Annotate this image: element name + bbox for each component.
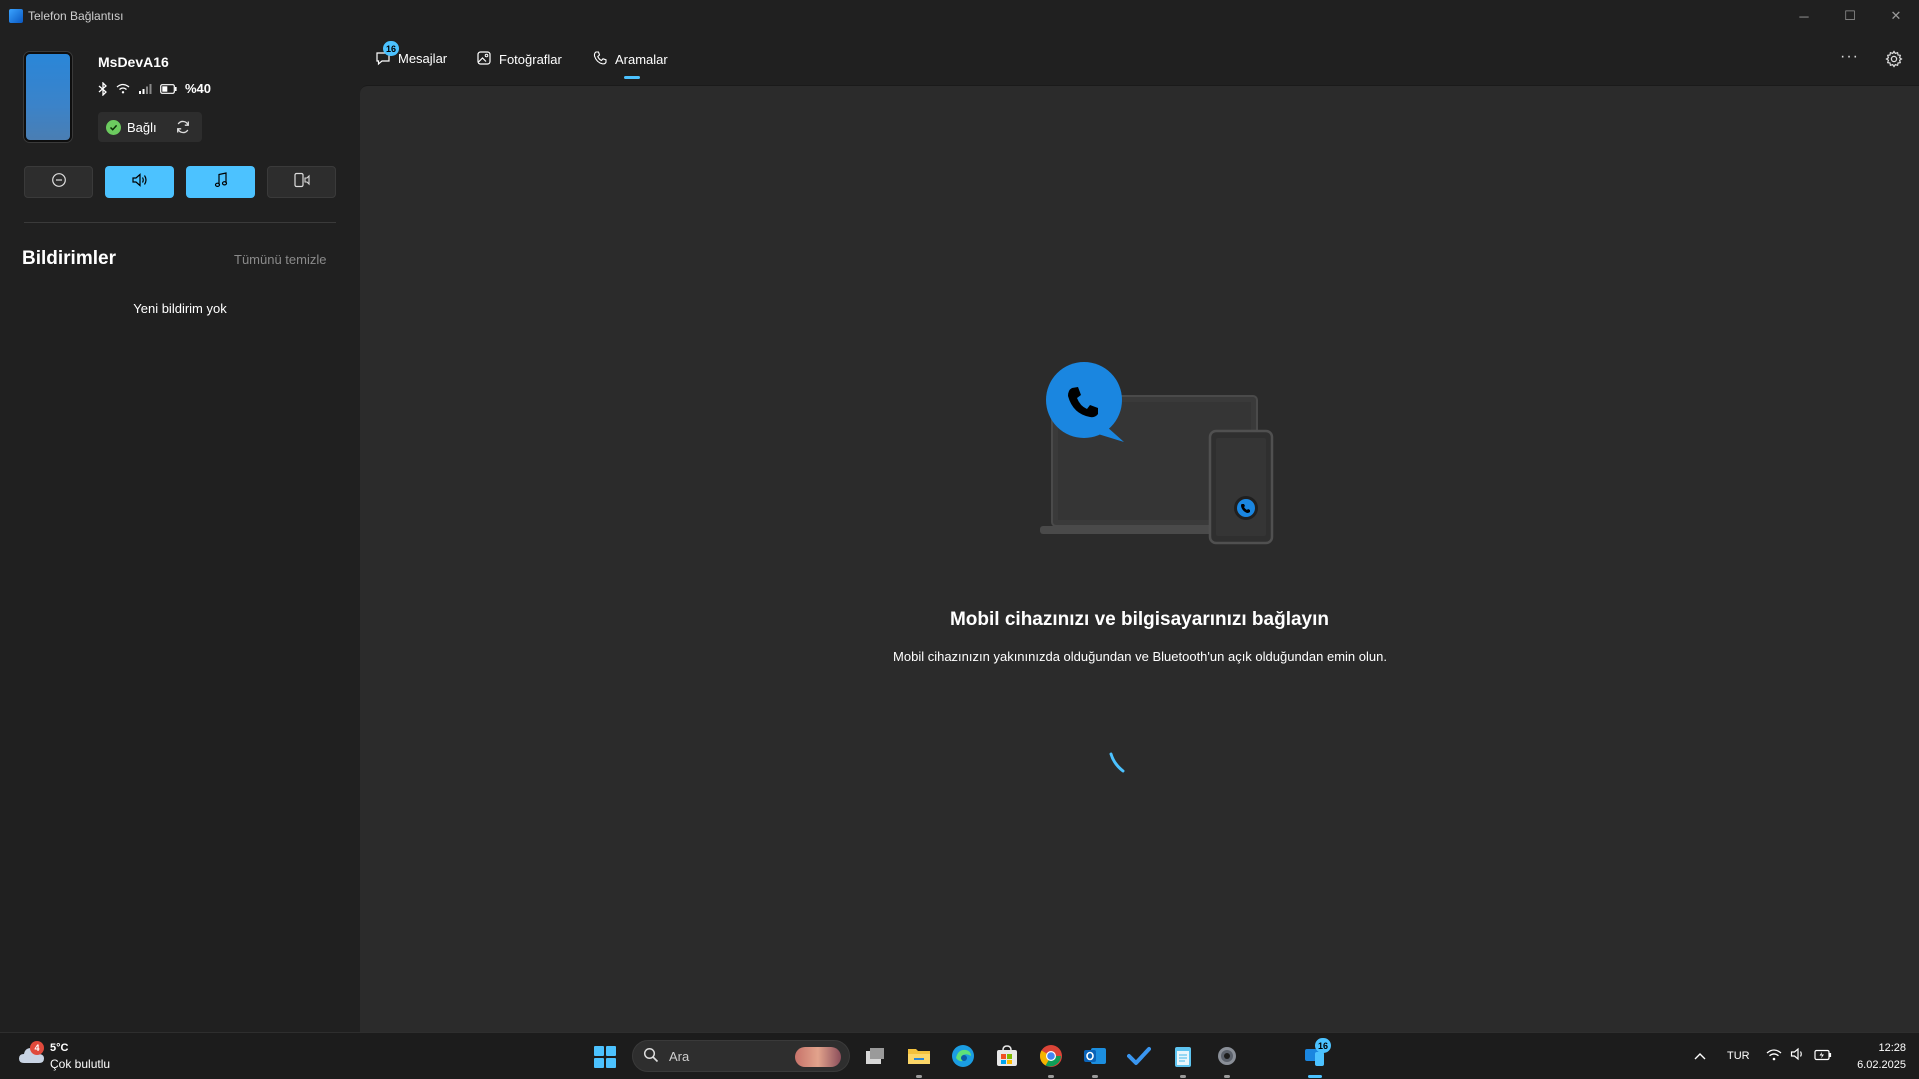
sidebar: MsDevA16 %40 Bağlı Bildirimler Tümünü te… [0, 32, 360, 1032]
messages-badge: 16 [383, 41, 400, 56]
device-status-row: %40 [98, 81, 211, 96]
connected-check-icon [106, 119, 121, 135]
selected-tab-indicator [624, 76, 640, 79]
phone-link-app-icon [9, 9, 23, 23]
do-not-disturb-icon [51, 172, 67, 193]
tab-photos[interactable]: Fotoğraflar [476, 50, 562, 69]
empty-notifications-message: Yeni bildirim yok [133, 301, 227, 316]
notepad-icon[interactable] [1169, 1042, 1197, 1070]
title-bar: Telefon Bağlantısı ─ ☐ ✕ [0, 0, 1919, 32]
minimize-button[interactable]: ─ [1781, 0, 1827, 32]
taskbar: 4 5°C Çok bulutlu Ara 16 TUR 12:28 6.02.… [0, 1032, 1919, 1079]
sidebar-divider [24, 222, 336, 223]
connect-description: Mobil cihazınızın yakınınızda olduğundan… [893, 649, 1387, 664]
weather-badge: 4 [30, 1041, 44, 1055]
connection-status-label: Bağlı [127, 119, 157, 135]
file-explorer-running-indicator [916, 1075, 922, 1078]
calls-icon [592, 50, 608, 69]
close-button[interactable]: ✕ [1873, 0, 1919, 32]
start-button[interactable] [594, 1046, 616, 1068]
clear-all-button[interactable]: Tümünü temizle [234, 252, 326, 267]
main-panel [360, 85, 1919, 1032]
window-title: Telefon Bağlantısı [28, 9, 124, 23]
loading-spinner [1108, 750, 1128, 779]
show-hidden-icons-chevron-icon[interactable] [1693, 1048, 1707, 1066]
chrome-running-indicator [1048, 1075, 1054, 1078]
signal-icon [138, 83, 152, 94]
volume-tray-icon [1790, 1047, 1806, 1066]
refresh-icon[interactable] [175, 119, 191, 135]
file-explorer-icon[interactable] [905, 1042, 933, 1070]
system-tray-icons[interactable] [1766, 1047, 1832, 1066]
messages-icon: 16 [375, 41, 400, 66]
search-icon [643, 1047, 659, 1066]
settings-running-indicator [1224, 1075, 1230, 1078]
tab-bar: 16 Mesajlar Fotoğraflar Aramalar [360, 32, 1919, 85]
media-button[interactable] [186, 166, 255, 198]
outlook-running-indicator [1092, 1075, 1098, 1078]
wifi-tray-icon [1766, 1048, 1782, 1066]
phone-thumbnail[interactable] [24, 52, 72, 142]
device-name: MsDevA16 [98, 54, 169, 70]
audio-output-button[interactable] [267, 166, 336, 198]
connection-status-pill: Bağlı [98, 112, 202, 142]
todo-icon[interactable] [1125, 1042, 1153, 1070]
chrome-icon[interactable] [1037, 1042, 1065, 1070]
maximize-button[interactable]: ☐ [1827, 0, 1873, 32]
tab-messages[interactable]: 16 Mesajlar [375, 41, 448, 66]
music-note-icon [214, 171, 228, 193]
outlook-icon[interactable] [1081, 1042, 1109, 1070]
notepad-running-indicator [1180, 1075, 1186, 1078]
wifi-icon [116, 83, 130, 94]
battery-tray-icon [1814, 1048, 1832, 1066]
settings-gear-icon[interactable] [1885, 50, 1903, 73]
search-highlight-image [795, 1047, 841, 1067]
phone-link-taskbar-icon[interactable]: 16 [1301, 1038, 1332, 1070]
clock-time[interactable]: 12:28 [1850, 1042, 1906, 1054]
more-options-button[interactable]: ··· [1840, 48, 1859, 66]
tab-messages-label: Mesajlar [398, 50, 448, 66]
battery-percentage: %40 [185, 81, 212, 96]
edge-icon[interactable] [949, 1042, 977, 1070]
connect-title: Mobil cihazınızı ve bilgisayarınızı bağl… [949, 609, 1330, 630]
tab-photos-label: Fotoğraflar [499, 52, 562, 67]
photos-icon [476, 50, 492, 69]
notifications-title: Bildirimler [22, 248, 116, 269]
volume-icon [131, 172, 149, 193]
settings-app-icon[interactable] [1213, 1042, 1241, 1070]
microsoft-store-icon[interactable] [993, 1042, 1021, 1070]
taskbar-search[interactable]: Ara [632, 1040, 850, 1072]
phone-link-badge: 16 [1315, 1038, 1332, 1053]
clock-date[interactable]: 6.02.2025 [1840, 1059, 1906, 1071]
connect-illustration [1020, 356, 1320, 556]
weather-condition[interactable]: Çok bulutlu [50, 1057, 110, 1071]
weather-temperature[interactable]: 5°C [50, 1042, 68, 1054]
bluetooth-icon [98, 81, 108, 96]
volume-button[interactable] [105, 166, 174, 198]
search-placeholder: Ara [669, 1048, 690, 1064]
task-view-icon[interactable] [861, 1042, 889, 1070]
battery-icon [160, 83, 177, 94]
phone-link-active-indicator [1308, 1075, 1322, 1078]
tab-calls-label: Aramalar [615, 52, 668, 67]
phone-audio-icon [293, 172, 311, 193]
input-language[interactable]: TUR [1727, 1050, 1750, 1062]
do-not-disturb-button[interactable] [24, 166, 93, 198]
tab-calls[interactable]: Aramalar [592, 50, 668, 69]
